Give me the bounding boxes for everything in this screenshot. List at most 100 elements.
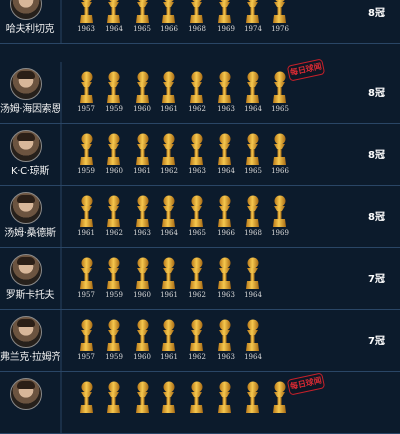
trophy-icon bbox=[159, 0, 177, 24]
championship-list: 哈夫利切克 1963 1964 1965 1966 1968 1969 1974… bbox=[0, 0, 400, 434]
trophy-icon bbox=[77, 194, 95, 228]
player-avatar bbox=[10, 254, 42, 286]
player-row: 哈夫利切克 1963 1964 1965 1966 1968 1969 1974… bbox=[0, 0, 400, 44]
trophy-icon bbox=[243, 132, 261, 166]
trophy-icon bbox=[133, 70, 151, 104]
championship-year: 1969 bbox=[217, 25, 235, 33]
title-count: 8冠 bbox=[368, 212, 385, 223]
player-name: 汤姆·桑德斯 bbox=[4, 228, 56, 239]
championship-year: 1962 bbox=[188, 105, 206, 113]
column-divider bbox=[60, 0, 62, 43]
player-cell: 哈夫利切克 bbox=[0, 0, 58, 43]
trophy-icon bbox=[215, 256, 233, 290]
trophy-icon bbox=[104, 380, 122, 414]
championship-year: 1964 bbox=[244, 291, 262, 299]
player-row: 汤姆·海因索恩 1957 1959 1960 1961 1962 1963 19… bbox=[0, 62, 400, 124]
trophy-icon bbox=[187, 256, 205, 290]
championship-year: 1962 bbox=[160, 167, 178, 175]
title-count: 7冠 bbox=[368, 336, 385, 347]
trophy-icon bbox=[187, 194, 205, 228]
championship-year: 1959 bbox=[105, 291, 123, 299]
trophy-icon bbox=[243, 256, 261, 290]
trophy-icon bbox=[270, 380, 288, 414]
trophy-icon bbox=[215, 0, 233, 24]
trophy-icon bbox=[133, 380, 151, 414]
player-cell: K·C·琼斯 bbox=[0, 124, 58, 185]
championship-year: 1960 bbox=[133, 353, 151, 361]
trophy-icon bbox=[215, 318, 233, 352]
championship-year: 1964 bbox=[160, 229, 178, 237]
title-count: 7冠 bbox=[368, 274, 385, 285]
title-count: 8冠 bbox=[368, 150, 385, 161]
player-row: K·C·琼斯 1959 1960 1961 1962 1963 1964 196… bbox=[0, 124, 400, 186]
player-row: 罗斯卡托夫 1957 1959 1960 1961 1962 1963 1964… bbox=[0, 248, 400, 310]
column-divider bbox=[60, 372, 62, 433]
title-count: 8冠 bbox=[368, 88, 385, 99]
championship-year: 1963 bbox=[217, 353, 235, 361]
championship-year: 1964 bbox=[105, 25, 123, 33]
championship-year: 1968 bbox=[188, 25, 206, 33]
trophy-icon bbox=[77, 70, 95, 104]
championship-year: 1968 bbox=[244, 229, 262, 237]
column-divider bbox=[60, 124, 62, 185]
trophy-icon bbox=[270, 70, 288, 104]
trophy-icon bbox=[77, 132, 95, 166]
trophy-icon bbox=[159, 132, 177, 166]
championship-year: 1962 bbox=[188, 353, 206, 361]
player-avatar bbox=[10, 378, 42, 410]
championship-year: 1961 bbox=[160, 353, 178, 361]
championship-year: 1965 bbox=[188, 229, 206, 237]
title-count: 8冠 bbox=[368, 8, 385, 19]
championship-year: 1963 bbox=[77, 25, 95, 33]
championship-year: 1957 bbox=[77, 105, 95, 113]
championship-year: 1969 bbox=[271, 229, 289, 237]
trophy-icon bbox=[77, 380, 95, 414]
championship-year: 1966 bbox=[271, 167, 289, 175]
championship-year: 1966 bbox=[217, 229, 235, 237]
championship-year: 1963 bbox=[133, 229, 151, 237]
column-divider bbox=[60, 248, 62, 309]
championship-year: 1965 bbox=[244, 167, 262, 175]
trophy-icon bbox=[159, 380, 177, 414]
championship-year: 1976 bbox=[271, 25, 289, 33]
championship-year: 1965 bbox=[133, 25, 151, 33]
trophy-icon bbox=[159, 194, 177, 228]
championship-year: 1961 bbox=[160, 291, 178, 299]
championship-year: 1962 bbox=[188, 291, 206, 299]
player-row bbox=[0, 372, 400, 434]
trophy-icon bbox=[187, 0, 205, 24]
trophy-icon bbox=[215, 380, 233, 414]
trophy-icon bbox=[133, 256, 151, 290]
trophy-icon bbox=[187, 70, 205, 104]
column-divider bbox=[60, 310, 62, 371]
trophy-icon bbox=[104, 194, 122, 228]
championship-year: 1965 bbox=[271, 105, 289, 113]
player-name: 罗斯卡托夫 bbox=[5, 290, 55, 301]
player-cell: 汤姆·桑德斯 bbox=[0, 186, 58, 247]
championship-year: 1959 bbox=[105, 105, 123, 113]
championship-year: 1962 bbox=[105, 229, 123, 237]
player-avatar bbox=[10, 130, 42, 162]
trophy-icon bbox=[104, 70, 122, 104]
championship-year: 1960 bbox=[105, 167, 123, 175]
trophy-icon bbox=[243, 380, 261, 414]
championship-year: 1960 bbox=[133, 105, 151, 113]
player-avatar bbox=[10, 316, 42, 348]
trophy-icon bbox=[77, 0, 95, 24]
championship-year: 1964 bbox=[244, 353, 262, 361]
championship-year: 1963 bbox=[217, 105, 235, 113]
trophy-icon bbox=[187, 380, 205, 414]
trophy-icon bbox=[159, 70, 177, 104]
player-name: 弗兰克·拉姆齐 bbox=[0, 352, 62, 363]
championship-year: 1964 bbox=[244, 105, 262, 113]
player-avatar bbox=[10, 0, 42, 20]
trophy-icon bbox=[77, 256, 95, 290]
player-name: K·C·琼斯 bbox=[10, 166, 50, 177]
trophy-icon bbox=[243, 318, 261, 352]
trophy-icon bbox=[133, 194, 151, 228]
championship-year: 1961 bbox=[77, 229, 95, 237]
trophy-icon bbox=[104, 132, 122, 166]
player-cell: 弗兰克·拉姆齐 bbox=[0, 310, 62, 371]
trophy-icon bbox=[159, 318, 177, 352]
championship-year: 1959 bbox=[105, 353, 123, 361]
